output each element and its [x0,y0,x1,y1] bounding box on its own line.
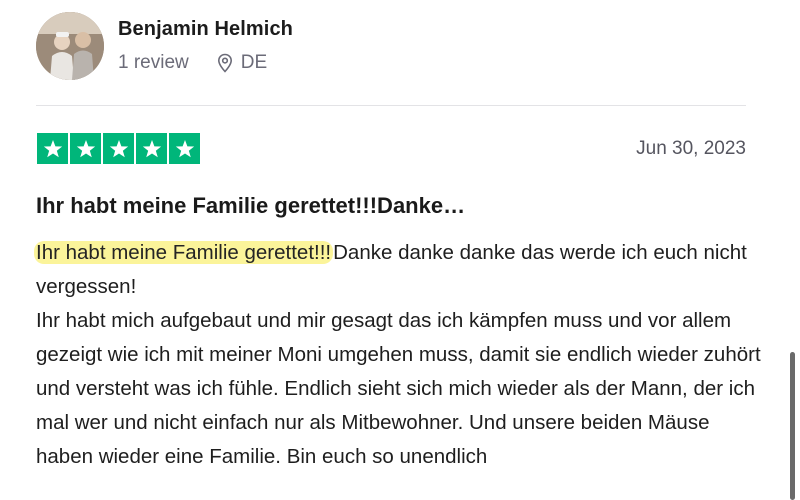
review-count: 1 review [118,52,189,73]
reviewer-name[interactable]: Benjamin Helmich [118,18,293,41]
star-icon [103,133,134,164]
review-title[interactable]: Ihr habt meine Familie gerettet!!!Danke… [36,193,465,219]
review-date: Jun 30, 2023 [636,138,746,159]
reviewer-country: DE [240,52,268,73]
highlighted-text: Ihr habt meine Familie gerettet!!! [34,241,334,264]
star-icon [37,133,68,164]
star-icon [70,133,101,164]
reviewer-meta: 1 review DE [118,52,267,74]
reviewer-avatar[interactable] [36,12,104,80]
star-icon [169,133,200,164]
star-icon [136,133,167,164]
location-pin-icon [217,53,233,73]
review-body-text: Danke danke danke das werde ich euch nic… [36,241,761,468]
review-body: Ihr habt meine Familie gerettet!!!Danke … [34,236,766,474]
header-divider [36,105,746,106]
star-rating [37,133,200,164]
scrollbar-thumb[interactable] [790,352,795,500]
